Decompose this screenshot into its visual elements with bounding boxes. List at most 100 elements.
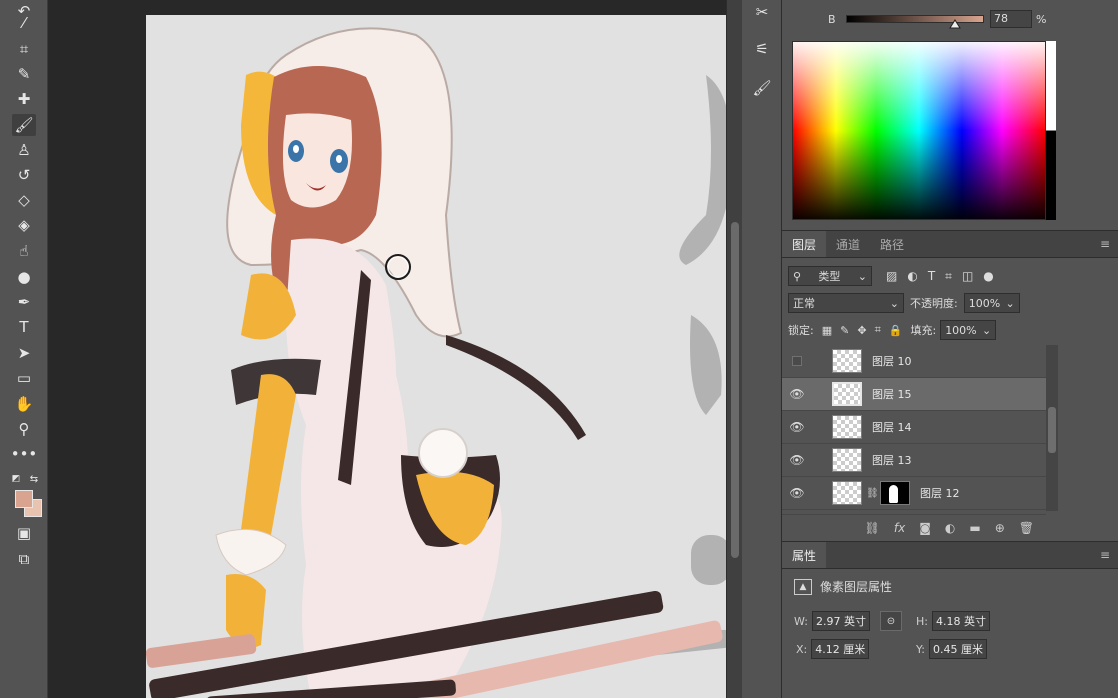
quick-mask-icon[interactable]: ▣	[12, 522, 36, 544]
eye-icon: 👁	[789, 387, 805, 401]
canvas-vertical-scrollbar[interactable]	[726, 0, 742, 698]
hand-icon[interactable]: ✋	[12, 393, 36, 415]
width-input[interactable]: 2.97 英寸	[811, 611, 870, 631]
new-group-icon[interactable]: ▬	[969, 521, 980, 535]
layer-row[interactable]: 👁 图层 15	[782, 378, 1046, 411]
y-input[interactable]: 0.45 厘米	[928, 639, 987, 659]
healing-brush-icon[interactable]: ✚	[12, 88, 36, 110]
type-icon[interactable]: T	[12, 316, 36, 338]
magic-wand-icon[interactable]: ⁄	[12, 12, 36, 34]
new-layer-icon[interactable]: ⊕	[995, 521, 1005, 535]
history-brush-icon[interactable]: ↺	[12, 164, 36, 186]
lock-transparency-icon[interactable]: ▦	[822, 324, 832, 337]
panel-menu-icon[interactable]: ≡	[1100, 548, 1110, 562]
percent-sign: %	[1036, 12, 1047, 26]
swap-colors-icon[interactable]: ⇆	[26, 468, 42, 490]
layer-row[interactable]: 👁 图层 13	[782, 444, 1046, 477]
layer-mask-thumbnail[interactable]	[880, 481, 910, 505]
pen-icon[interactable]: ✒	[12, 291, 36, 313]
smudge-icon[interactable]: ☝	[12, 240, 36, 262]
adjustment-filter-icon[interactable]: ◐	[907, 269, 917, 284]
x-input[interactable]: 4.12 厘米	[811, 639, 870, 659]
tab-properties[interactable]: 属性	[782, 542, 827, 568]
layer-thumbnail	[832, 349, 862, 373]
rectangle-icon[interactable]: ▭	[12, 367, 36, 389]
clone-stamp-icon[interactable]: ♙	[12, 139, 36, 161]
lock-pixels-icon[interactable]: ✎	[840, 324, 849, 337]
adjustment-layer-icon[interactable]: ◐	[945, 521, 955, 535]
dodge-icon[interactable]: ●	[12, 266, 36, 288]
visibility-toggle[interactable]: 👁	[782, 453, 812, 467]
layer-name: 图层 14	[872, 421, 912, 434]
adjustments-icon[interactable]: ⚟	[750, 37, 774, 61]
width-label: W:	[794, 614, 808, 628]
properties-panel: 属性 ≡ ▲ 像素图层属性 W: 2.97 英寸 ⊝ H: 4.18 英寸 X:…	[782, 541, 1118, 698]
tool-presets-icon[interactable]: ✂	[750, 0, 774, 24]
path-select-icon[interactable]: ➤	[12, 342, 36, 364]
color-spectrum[interactable]	[792, 41, 1046, 220]
add-mask-icon[interactable]: ◙	[919, 521, 931, 535]
crop-icon[interactable]: ⌗	[12, 38, 36, 60]
eye-icon: 👁	[789, 420, 805, 434]
mask-link-icon[interactable]: ⛓	[866, 488, 879, 499]
eraser-icon[interactable]: ◇	[12, 189, 36, 211]
filter-kind-label: 类型	[818, 270, 841, 283]
filter-kind-dropdown[interactable]: ⚲ 类型 ⌄	[788, 266, 872, 286]
opacity-value: 100%	[968, 296, 1001, 310]
more-tools-icon[interactable]: •••	[11, 443, 38, 465]
eyedropper-icon[interactable]: ✎	[12, 63, 36, 85]
paint-bucket-icon[interactable]: ◈	[12, 214, 36, 236]
fill-input[interactable]: 100% ⌄	[940, 320, 997, 340]
link-layers-icon[interactable]: ⛓	[865, 521, 880, 535]
lock-all-icon[interactable]: 🔒	[889, 324, 903, 337]
opacity-input[interactable]: 100% ⌄	[963, 293, 1020, 313]
brightness-slider[interactable]	[846, 15, 984, 29]
visibility-toggle[interactable]	[782, 356, 812, 366]
default-colors-icon[interactable]: ◩	[8, 468, 24, 490]
visibility-toggle[interactable]: 👁	[782, 387, 812, 401]
brightness-slider-row: B 78 %	[828, 10, 1047, 29]
layer-name: 图层 13	[872, 454, 912, 467]
smart-object-filter-icon[interactable]: ◫	[962, 269, 973, 284]
layer-name: 图层 10	[872, 355, 912, 368]
document-canvas[interactable]	[146, 15, 726, 698]
tab-paths[interactable]: 路径	[870, 231, 914, 257]
blend-mode-dropdown[interactable]: 正常 ⌄	[788, 293, 904, 313]
filter-toggle-icon[interactable]: ●	[983, 269, 993, 284]
black-white-ramp[interactable]	[1046, 41, 1056, 220]
lock-position-icon[interactable]: ✥	[857, 324, 866, 337]
y-label: Y:	[916, 642, 925, 656]
layers-panel-tabs: 图层 通道 路径 ≡	[782, 231, 1118, 258]
canvas-scroll-thumb[interactable]	[731, 222, 739, 558]
properties-subtitle: 像素图层属性	[820, 580, 893, 594]
layer-row[interactable]: 图层 10	[782, 345, 1046, 378]
layer-thumbnail	[832, 382, 862, 406]
pixel-filter-icon[interactable]: ▨	[886, 269, 897, 284]
brush-icon[interactable]: 🖌	[12, 114, 36, 136]
properties-panel-tabs: 属性 ≡	[782, 542, 1118, 569]
zoom-icon[interactable]: ⚲	[12, 418, 36, 440]
layer-list-scroll-thumb[interactable]	[1048, 407, 1056, 453]
screen-mode-icon[interactable]: ⧉	[12, 548, 36, 570]
shape-filter-icon[interactable]: ⌗	[945, 269, 952, 284]
height-input[interactable]: 4.18 英寸	[931, 611, 990, 631]
panel-menu-icon[interactable]: ≡	[1100, 237, 1110, 251]
tab-channels[interactable]: 通道	[826, 231, 870, 257]
layer-row[interactable]: 👁 图层 14	[782, 411, 1046, 444]
lock-artboard-icon[interactable]: ⌗	[875, 323, 881, 337]
tab-layers[interactable]: 图层	[782, 231, 827, 257]
fx-icon[interactable]: fx	[894, 521, 905, 535]
height-label: H:	[916, 614, 928, 628]
type-filter-icon[interactable]: T	[928, 269, 935, 284]
delete-layer-icon[interactable]: 🗑	[1019, 521, 1034, 535]
visibility-toggle[interactable]: 👁	[782, 420, 812, 434]
brightness-value-input[interactable]: 78	[990, 10, 1032, 28]
constrain-proportions-button[interactable]: ⊝	[880, 611, 902, 631]
layer-list-scrollbar[interactable]	[1046, 345, 1058, 511]
width-field: W: 2.97 英寸	[794, 611, 870, 631]
layer-row[interactable]: 👁 ⛓ 图层 12	[782, 477, 1046, 510]
brush-settings-icon[interactable]: 🖌	[750, 76, 774, 100]
brightness-slider-knob[interactable]	[949, 19, 961, 29]
foreground-color-swatch[interactable]	[15, 490, 33, 508]
visibility-toggle[interactable]: 👁	[782, 486, 812, 500]
